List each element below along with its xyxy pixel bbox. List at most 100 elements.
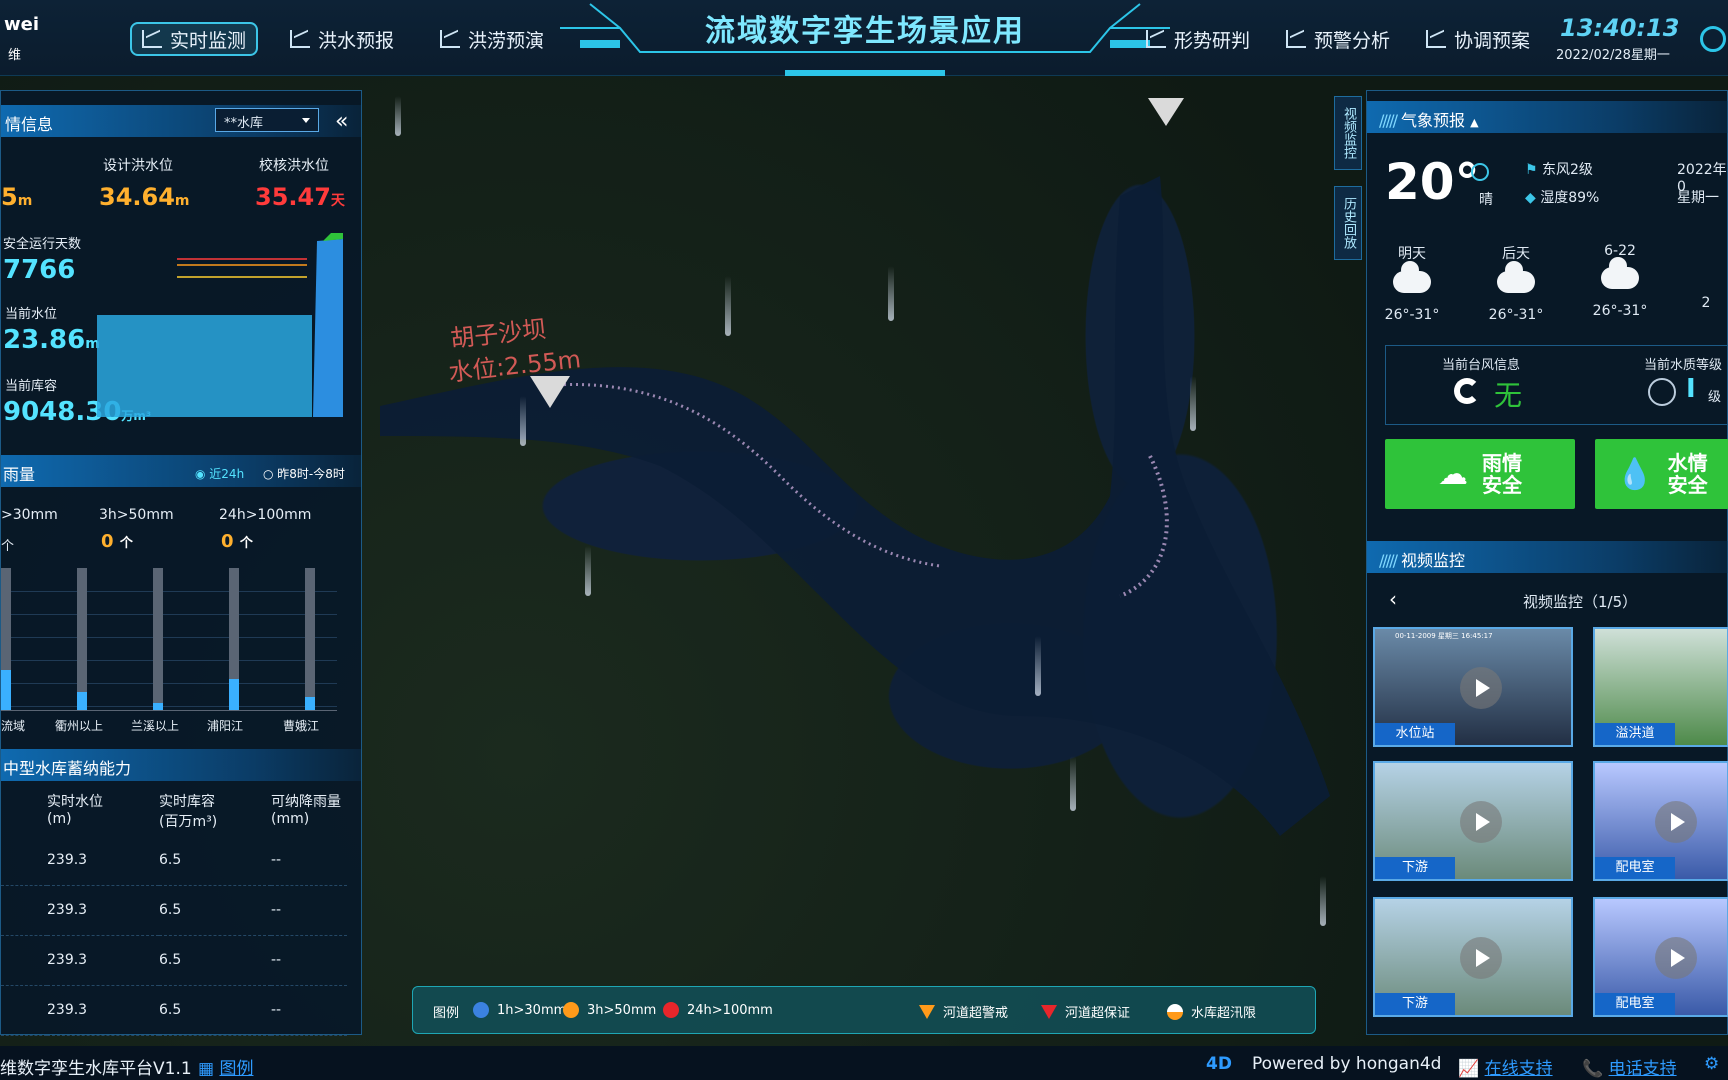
capacity-table: 239.3 6.5 -- 239.3 6.5 -- 239.3 6.5 -- 239.3 6.… <box>1 835 347 1036</box>
typhoon-value: 无 <box>1494 379 1523 412</box>
collapse-icon[interactable]: « <box>335 109 348 134</box>
chart-icon <box>1286 30 1306 48</box>
col-rain-header: 可纳降雨量 (mm) <box>271 794 341 827</box>
table-row[interactable]: 239.3 6.5 -- <box>1 835 347 886</box>
tab-history-playback[interactable]: 历史回放 <box>1334 186 1362 260</box>
storage-label: 当前库容 <box>5 379 58 394</box>
video-thumb[interactable]: 配电室 <box>1593 761 1728 881</box>
settings-icon[interactable]: ⚙ <box>1704 1054 1719 1074</box>
chart-icon: 📈 <box>1458 1059 1480 1079</box>
table-row[interactable]: 239.3 6.5 -- <box>1 885 347 936</box>
rain-bar-label: 浦阳江 <box>207 719 244 733</box>
water-level-label: 当前水位 <box>5 307 58 322</box>
rain-bar-fill <box>77 692 87 710</box>
rain-bar-label: 流域 <box>1 719 26 733</box>
legend-link[interactable]: ▦ 图例 <box>198 1054 253 1079</box>
tab-video-monitor[interactable]: 视频监控 <box>1334 96 1362 170</box>
rain-safety-button[interactable]: ☁ 雨情 安全 <box>1385 439 1575 509</box>
map-marker-icon[interactable] <box>530 376 570 408</box>
nav-situation[interactable]: 形势研判 <box>1146 22 1250 56</box>
humidity: ◆ 湿度89% <box>1525 190 1600 206</box>
rain-streak <box>395 96 401 136</box>
range-option-24h[interactable]: ◉ 近24h <box>195 465 244 482</box>
water-drop-icon: 💧 <box>1616 456 1654 492</box>
platform-name: 维数字孪生水库平台V1.1 <box>0 1059 192 1079</box>
rain-bar[interactable] <box>305 568 315 710</box>
nav-warning[interactable]: 预警分析 <box>1286 22 1390 56</box>
red-dot-icon <box>663 1002 679 1018</box>
left-panel: 情信息 **水库 « 设计洪水位 校核洪水位 5m 34.64m 35.47天 … <box>0 90 362 1036</box>
col-storage-header: 实时库容 (百万m³) <box>159 794 218 830</box>
design-level-label: 设计洪水位 <box>103 158 173 174</box>
rain-streak <box>585 546 591 596</box>
partly-cloudy-icon <box>1593 253 1639 289</box>
rain-streak <box>1320 876 1326 926</box>
wind-icon: ⚑ <box>1525 162 1538 178</box>
rain-c1-label: >30mm <box>1 507 58 523</box>
prev-arrow-icon[interactable]: ‹ <box>1389 587 1397 611</box>
forecast-day: 6-22 26°-31° <box>1592 243 1648 319</box>
table-row[interactable]: 239.3 6.5 -- <box>1 985 347 1036</box>
drop-icon: ◆ <box>1525 190 1536 206</box>
nav-flood-rehearsal[interactable]: 洪涝预演 <box>440 22 544 56</box>
chart-icon <box>1426 30 1446 48</box>
rain-c1-value: 个 <box>1 539 15 554</box>
water-safety-button[interactable]: 💧 水情 安全 <box>1595 439 1728 509</box>
rain-bar-labels: 流域 衢州以上 兰溪以上 浦阳江 曹娥江 <box>1 717 337 737</box>
video-thumb[interactable]: 下游 <box>1373 761 1573 881</box>
legend-item: 3h>50mm <box>563 1002 656 1018</box>
legend-item: 水库超汛限 <box>1167 1002 1256 1021</box>
rain-bar-label: 衢州以上 <box>55 719 104 733</box>
clock: 13:40:13 <box>1560 14 1680 42</box>
nav-realtime-monitor[interactable]: 实时监测 <box>130 22 259 56</box>
video-thumb[interactable]: 00-11-2009 星期三 16:45:17 水位站 <box>1373 627 1573 747</box>
powered-by: Powered by hongan4d <box>1252 1054 1442 1074</box>
rain-bar[interactable] <box>229 568 239 710</box>
rain-bar-fill <box>229 679 239 710</box>
range-option-8to8[interactable]: ○ 昨8时-今8时 <box>263 465 345 482</box>
online-support-link[interactable]: 📈 在线支持 <box>1458 1054 1553 1079</box>
top-bar: wei 维 实时监测 洪水预报 洪涝预演 流域数字孪生场景应用 形势研判 预警分… <box>0 0 1728 76</box>
rain-bar[interactable] <box>153 568 163 710</box>
chart-icon <box>142 30 162 48</box>
play-icon <box>1460 667 1502 709</box>
wind: ⚑ 东风2级 <box>1525 162 1593 178</box>
legend-item: 河道超保证 <box>1041 1002 1130 1021</box>
rain-streak <box>1035 636 1041 696</box>
rain-c2-label: 3h>50mm <box>99 507 174 523</box>
table-row[interactable]: 239.3 6.5 -- <box>1 935 347 986</box>
check-level-label: 校核洪水位 <box>259 158 329 174</box>
map-legend: 图例 1h>30mm 3h>50mm 24h>100mm 河道超警戒 河道超保证… <box>412 986 1316 1034</box>
nav-plan[interactable]: 协调预案 <box>1426 22 1530 56</box>
settings-gear-icon[interactable] <box>1700 26 1726 52</box>
rain-bar[interactable] <box>1 568 11 710</box>
phone-support-link[interactable]: 📞 电话支持 <box>1582 1054 1677 1079</box>
logo-sub: 维 <box>8 48 22 63</box>
legend-item: 河道超警戒 <box>919 1002 1008 1021</box>
forecast-day: 2 <box>1701 295 1711 311</box>
nav-flood-forecast[interactable]: 洪水预报 <box>290 22 394 56</box>
legend-item: 24h>100mm <box>663 1002 773 1018</box>
orange-triangle-icon <box>919 1004 935 1019</box>
temperature: 20° <box>1385 153 1480 211</box>
reservoir-select[interactable]: **水库 <box>215 108 319 132</box>
chart-icon <box>440 30 460 48</box>
video-thumb[interactable]: 下游 <box>1373 897 1573 1017</box>
typhoon-quality-box: 当前台风信息 无 当前水质等级 I 级 <box>1385 345 1728 425</box>
grid-icon: ▦ <box>198 1059 215 1079</box>
map-marker-icon[interactable] <box>1148 98 1184 126</box>
play-icon <box>1460 801 1502 843</box>
brand-icon: 4D <box>1206 1054 1232 1074</box>
quality-unit: 级 <box>1708 390 1722 405</box>
rain-bar[interactable] <box>77 568 87 710</box>
blue-dot-icon <box>473 1002 489 1018</box>
video-thumb[interactable]: 配电室 <box>1593 897 1728 1017</box>
rain-bar-label: 兰溪以上 <box>131 719 180 733</box>
red-triangle-icon <box>1041 1004 1057 1019</box>
video-thumb[interactable]: 溢洪道 <box>1593 627 1728 747</box>
forecast-day: 后天 26°-31° <box>1488 246 1544 323</box>
typhoon-label: 当前台风信息 <box>1442 358 1521 373</box>
rain-bar-fill <box>305 697 315 710</box>
bottom-bar: 维数字孪生水库平台V1.1 ▦ 图例 4D Powered by hongan4… <box>0 1046 1728 1080</box>
rain-streak <box>520 396 526 446</box>
